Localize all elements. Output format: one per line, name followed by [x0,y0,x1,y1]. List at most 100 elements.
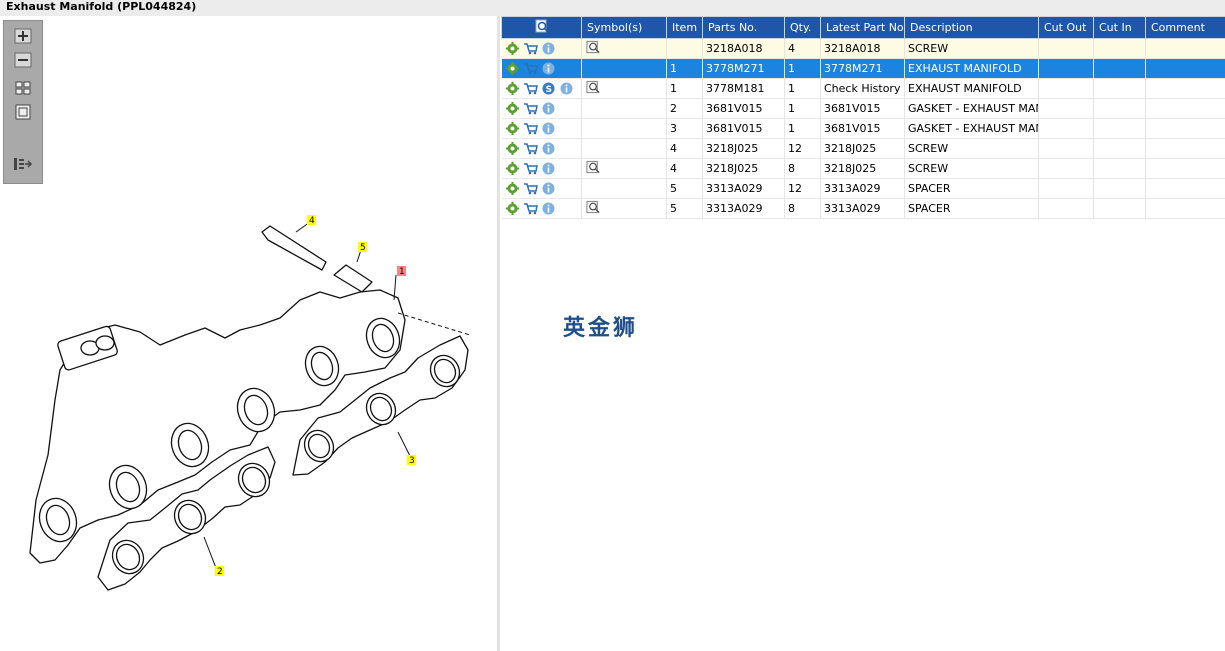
col-symbols[interactable]: Symbol(s) [581,16,667,39]
cell-description: SPACER [904,178,1039,199]
cell-symbols [581,118,667,139]
magnifier-symbol-icon[interactable] [586,200,601,215]
cell-parts-no: 3681V015 [702,98,785,119]
info-icon[interactable] [541,121,556,136]
table-row[interactable]: S 1 3778M181 1 Check History EXHAUST MANIFOLD [501,78,1225,99]
table-row[interactable]: 33681V01513681V015GASKET - EXHAUST MANIF [501,118,1225,139]
cell-cut-in [1093,158,1146,179]
cell-latest-part-no: 3218A018 [820,38,905,59]
cell-cut-in [1093,118,1146,139]
col-parts-no[interactable]: Parts No. [702,16,785,39]
cell-parts-no: 3218A018 [702,38,785,59]
cell-item [666,38,703,59]
gear-icon[interactable] [505,61,520,76]
info-icon[interactable] [541,61,556,76]
pane-splitter[interactable] [497,16,500,651]
cell-comment [1145,178,1225,199]
gear-icon[interactable] [505,81,520,96]
col-cut-in[interactable]: Cut In [1093,16,1146,39]
info-icon[interactable] [559,81,574,96]
table-row[interactable]: 4 3218J025 8 3218J025 SCREW [501,158,1225,179]
magnifier-symbol-icon[interactable] [586,160,601,175]
info-icon[interactable] [541,141,556,156]
col-comment[interactable]: Comment [1145,16,1225,39]
col-item[interactable]: Item [666,16,703,39]
row-actions [501,138,582,159]
cell-latest-part-no: 3681V015 [820,98,905,119]
gear-icon[interactable] [505,201,520,216]
table-row[interactable]: 4 3218J025 12 3218J025 SCREW [501,138,1225,159]
fit-page-icon[interactable] [13,79,33,97]
callout-4[interactable]: 4 [307,215,316,226]
gear-icon[interactable] [505,181,520,196]
header-search-icon[interactable] [501,16,582,39]
cell-cut-in [1093,138,1146,159]
callout-2[interactable]: 2 [215,566,224,577]
col-latest-part-no[interactable]: Latest Part No. [820,16,905,39]
cell-qty: 8 [784,198,821,219]
table-row[interactable]: 5 3313A029 12 3313A029 SPACER [501,178,1225,199]
cell-comment [1145,38,1225,59]
cart-icon[interactable] [523,101,538,116]
supersession-icon[interactable]: S [541,81,556,96]
cell-qty: 4 [784,38,821,59]
cell-qty: 8 [784,158,821,179]
col-qty[interactable]: Qty. [784,16,821,39]
table-row[interactable]: 5 3313A029 8 3313A029 SPACER [501,198,1225,219]
info-icon[interactable] [541,41,556,56]
actual-size-icon[interactable] [13,103,33,121]
zoom-in-icon[interactable] [13,27,33,45]
cart-icon[interactable] [523,81,538,96]
gear-icon[interactable] [505,101,520,116]
cell-symbols [581,98,667,119]
col-description[interactable]: Description [904,16,1039,39]
cell-qty: 12 [784,178,821,199]
cart-icon[interactable] [523,201,538,216]
cell-symbols [581,78,667,99]
cell-parts-no: 3778M181 [702,78,785,99]
callout-5[interactable]: 5 [358,242,367,253]
row-actions: S [501,78,582,99]
info-icon[interactable] [541,201,556,216]
gear-icon[interactable] [505,161,520,176]
magnifier-symbol-icon[interactable] [586,40,601,55]
cell-cut-out [1038,38,1094,59]
info-icon[interactable] [541,181,556,196]
cart-icon[interactable] [523,181,538,196]
cell-symbols [581,58,667,79]
cell-parts-no: 3218J025 [702,138,785,159]
cart-icon[interactable] [523,61,538,76]
cart-icon[interactable] [523,141,538,156]
table-row[interactable]: 23681V01513681V015GASKET - EXHAUST MANIF [501,98,1225,119]
table-row[interactable]: 1 3778M271 1 3778M271 EXHAUST MANIFOLD [501,58,1225,79]
cell-item: 5 [666,198,703,219]
cell-latest-part-no: 3778M271 [820,58,905,79]
callout-1[interactable]: 1 [397,266,406,277]
cell-cut-out [1038,138,1094,159]
cart-icon[interactable] [523,121,538,136]
info-icon[interactable] [541,101,556,116]
table-row[interactable]: 3218A018 4 3218A018 SCREW [501,38,1225,59]
magnifier-symbol-icon[interactable] [586,80,601,95]
zoom-out-icon[interactable] [13,51,33,69]
cell-qty: 1 [784,78,821,99]
cell-latest-part-no: 3313A029 [820,198,905,219]
cart-icon[interactable] [523,41,538,56]
cell-symbols [581,198,667,219]
gear-icon[interactable] [505,41,520,56]
cell-item: 2 [666,98,703,119]
callout-3[interactable]: 3 [407,455,416,466]
cell-symbols [581,158,667,179]
col-cut-out[interactable]: Cut Out [1038,16,1094,39]
bolt-screw [261,225,327,271]
info-icon[interactable] [541,161,556,176]
toggle-panel-icon[interactable] [13,155,33,173]
cell-latest-part-no: 3218J025 [820,158,905,179]
gear-icon[interactable] [505,121,520,136]
row-actions [501,158,582,179]
cell-item: 4 [666,158,703,179]
gear-icon[interactable] [505,141,520,156]
row-actions [501,98,582,119]
cart-icon[interactable] [523,161,538,176]
spacer [333,264,373,293]
